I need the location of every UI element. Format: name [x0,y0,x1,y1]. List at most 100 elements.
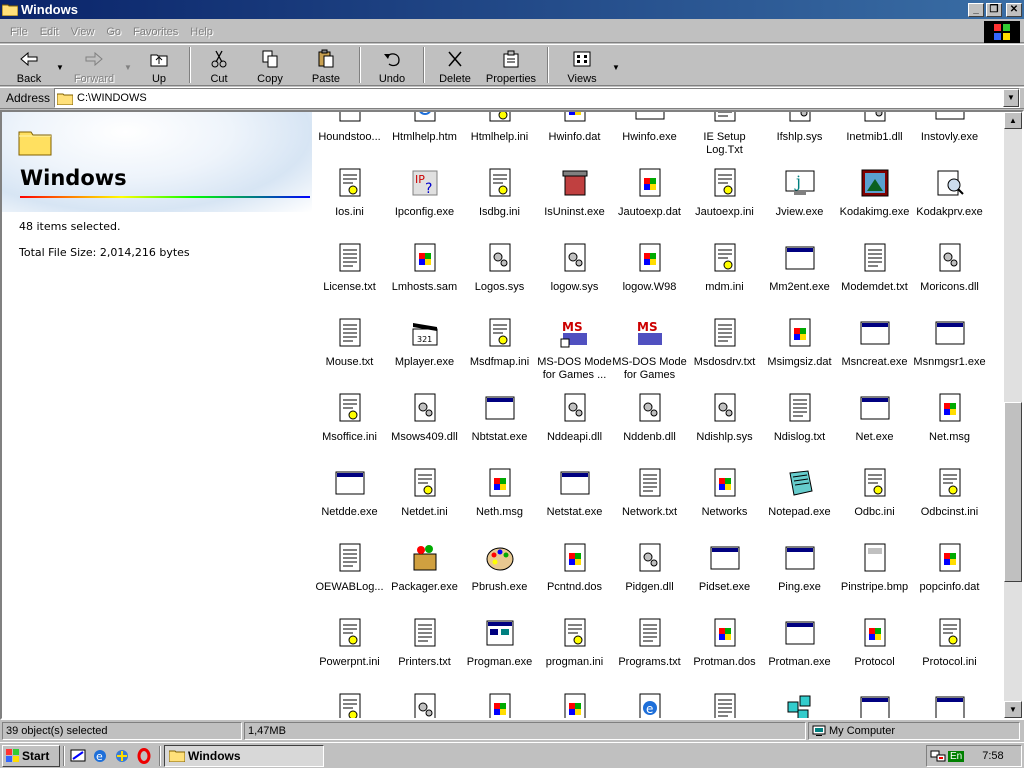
file-item[interactable]: Pinstripe.bmp [837,542,912,614]
file-item[interactable]: Logos.sys [462,242,537,314]
file-item[interactable]: Netdet.ini [387,467,462,539]
address-dropdown-icon[interactable]: ▼ [1003,89,1019,107]
file-item[interactable] [462,692,537,718]
file-item[interactable] [537,692,612,718]
back-dropdown-icon[interactable]: ▼ [54,45,66,85]
clock[interactable]: 7:58 [982,750,1003,762]
file-item[interactable]: Network.txt [612,467,687,539]
file-item[interactable]: Pidgen.dll [612,542,687,614]
file-item[interactable]: Jautoexp.dat [612,167,687,239]
file-item[interactable]: Notepad.exe [762,467,837,539]
quicklaunch-desktop-icon[interactable] [68,746,88,766]
minimize-button[interactable]: _ [968,2,984,17]
file-item[interactable]: Net.exe [837,392,912,464]
file-item[interactable]: Nbtstat.exe [462,392,537,464]
file-item[interactable]: MS MS-DOS Mode for Games ... [537,317,612,389]
menu-edit[interactable]: Edit [34,24,65,40]
file-item[interactable]: progman.ini [537,617,612,689]
file-item[interactable]: Protocol [837,617,912,689]
file-item[interactable]: logow.sys [537,242,612,314]
file-item[interactable]: Instovly.exe [912,112,987,164]
file-item[interactable]: IP? Ipconfig.exe [387,167,462,239]
file-item[interactable]: Modemdet.txt [837,242,912,314]
close-button[interactable]: ✕ [1006,2,1022,17]
file-item[interactable]: OEWABLog... [312,542,387,614]
file-item[interactable]: Lmhosts.sam [387,242,462,314]
back-button[interactable]: Back [4,45,54,85]
file-item[interactable]: Pidset.exe [687,542,762,614]
file-item[interactable]: Ndishlp.sys [687,392,762,464]
file-item[interactable]: Moricons.dll [912,242,987,314]
file-item[interactable]: Nddeapi.dll [537,392,612,464]
file-item[interactable]: Packager.exe [387,542,462,614]
file-item[interactable] [312,692,387,718]
menu-help[interactable]: Help [184,24,219,40]
vertical-scrollbar[interactable]: ▲ ▼ [1004,112,1022,718]
views-button[interactable]: Views [554,45,610,85]
file-item[interactable]: Progman.exe [462,617,537,689]
start-button[interactable]: Start [2,744,60,767]
file-item[interactable]: Nddenb.dll [612,392,687,464]
file-item[interactable]: Msdosdrv.txt [687,317,762,389]
network-status-icon[interactable] [930,749,946,763]
file-item[interactable] [837,692,912,718]
file-item[interactable]: Ping.exe [762,542,837,614]
menu-favorites[interactable]: Favorites [127,24,184,40]
file-item[interactable]: Mm2ent.exe [762,242,837,314]
file-item[interactable]: MS MS-DOS Mode for Games [612,317,687,389]
file-item[interactable]: Ifshlp.sys [762,112,837,164]
file-item[interactable]: Hwinfo.dat [537,112,612,164]
file-item[interactable]: Msnmgsr1.exe [912,317,987,389]
quicklaunch-ie-icon[interactable]: e [90,746,110,766]
cut-button[interactable]: Cut [196,45,242,85]
file-item[interactable]: j Jview.exe [762,167,837,239]
file-item[interactable]: Networks [687,467,762,539]
file-item[interactable]: Programs.txt [612,617,687,689]
taskbar-windows-button[interactable]: Windows [164,744,324,767]
file-item[interactable]: 321 Mplayer.exe [387,317,462,389]
undo-button[interactable]: Undo [366,45,418,85]
views-dropdown-icon[interactable]: ▼ [610,45,622,85]
file-item[interactable] [687,692,762,718]
file-item[interactable]: Protocol.ini [912,617,987,689]
file-item[interactable]: Inetmib1.dll [837,112,912,164]
quicklaunch-opera-icon[interactable] [134,746,154,766]
file-item[interactable]: Htmlhelp.ini [462,112,537,164]
quicklaunch-channels-icon[interactable] [112,746,132,766]
file-item[interactable]: Protman.dos [687,617,762,689]
paste-button[interactable]: Paste [298,45,354,85]
forward-button[interactable]: Forward [66,45,122,85]
file-item[interactable]: Protman.exe [762,617,837,689]
file-item[interactable]: Msows409.dll [387,392,462,464]
file-item[interactable]: Msdfmap.ini [462,317,537,389]
menu-file[interactable]: File [4,24,34,40]
scroll-down-icon[interactable]: ▼ [1004,701,1022,718]
file-item[interactable]: Pcntnd.dos [537,542,612,614]
file-item[interactable]: Mouse.txt [312,317,387,389]
file-item[interactable]: Houndstoo... [312,112,387,164]
address-input[interactable]: C:\WINDOWS ▼ [54,88,1020,108]
scroll-up-icon[interactable]: ▲ [1004,112,1022,129]
file-item[interactable]: Net.msg [912,392,987,464]
file-item[interactable]: e Htmlhelp.htm [387,112,462,164]
menu-go[interactable]: Go [100,24,127,40]
file-item[interactable]: Netstat.exe [537,467,612,539]
file-item[interactable]: Jautoexp.ini [687,167,762,239]
file-item[interactable]: Neth.msg [462,467,537,539]
file-item[interactable]: Msoffice.ini [312,392,387,464]
delete-button[interactable]: Delete [430,45,480,85]
file-item[interactable]: Msimgsiz.dat [762,317,837,389]
file-item[interactable]: Hwinfo.exe [612,112,687,164]
scroll-thumb[interactable] [1004,402,1022,582]
file-item[interactable]: Ios.ini [312,167,387,239]
file-item[interactable]: Netdde.exe [312,467,387,539]
file-item[interactable]: License.txt [312,242,387,314]
menu-view[interactable]: View [65,24,101,40]
forward-dropdown-icon[interactable]: ▼ [122,45,134,85]
copy-button[interactable]: Copy [242,45,298,85]
title-bar[interactable]: Windows _ ❐ ✕ [0,0,1024,19]
restore-button[interactable]: ❐ [986,2,1002,17]
file-item[interactable]: e [612,692,687,718]
language-indicator[interactable]: En [948,750,965,762]
file-item[interactable]: IE Setup Log.Txt [687,112,762,164]
